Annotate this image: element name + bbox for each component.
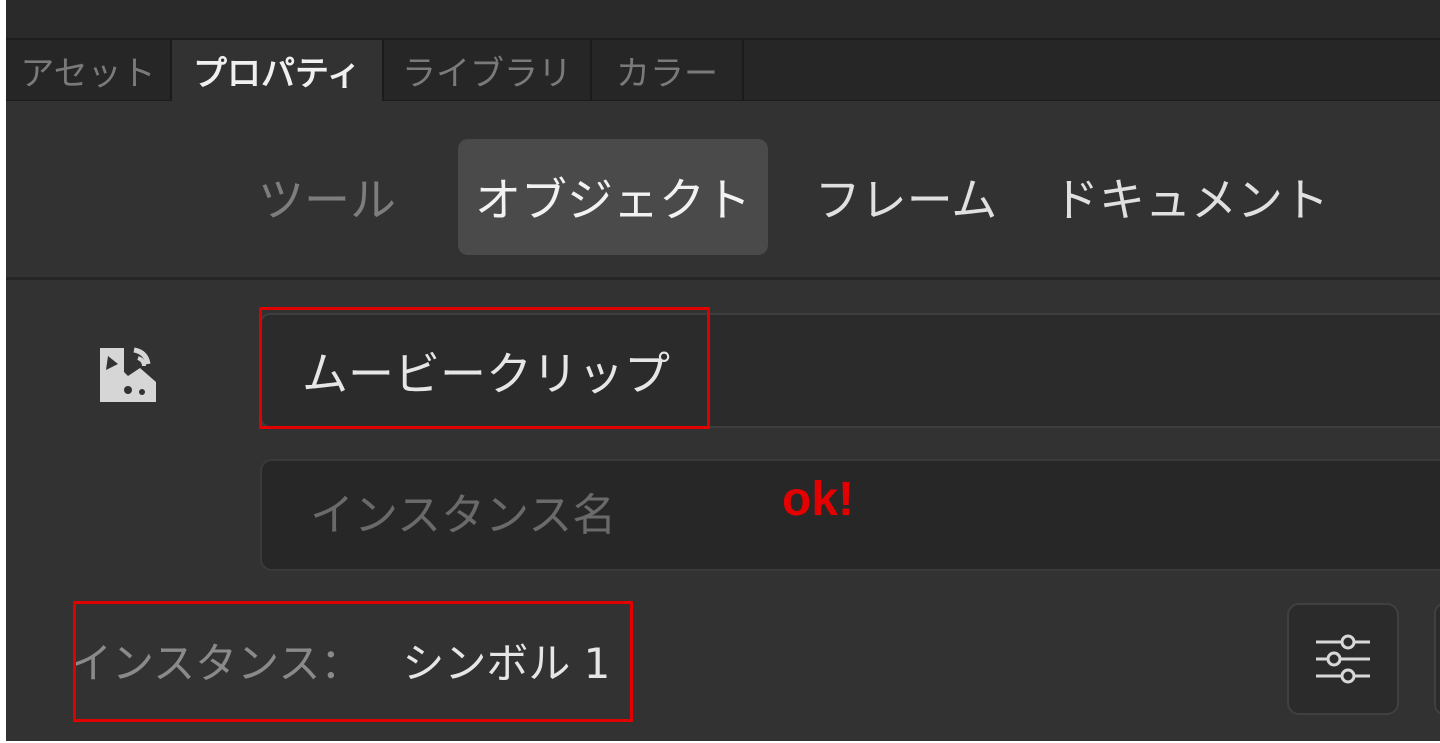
tab-color[interactable]: カラー <box>592 40 744 100</box>
instance-row: インスタンス： シンボル 1 <box>70 620 610 700</box>
instance-label: インスタンス： <box>70 638 363 688</box>
annotation-ok-note: ok! <box>782 473 854 526</box>
next-button-edge[interactable] <box>1434 603 1440 715</box>
symbol-type-dropdown[interactable]: ムービークリップ <box>260 313 1440 428</box>
symbol-type-value: ムービークリップ <box>302 346 670 401</box>
tab-assets[interactable]: アセット <box>6 40 172 100</box>
window-top-strip <box>6 0 1440 40</box>
subtab-frame[interactable]: フレーム <box>796 139 1016 255</box>
properties-panel: アセット プロパティ ライブラリ カラー ツール オブジェクト フレーム ドキュ… <box>6 0 1440 741</box>
tab-properties[interactable]: プロパティ <box>172 40 384 101</box>
subtab-document[interactable]: ドキュメント <box>1046 139 1336 255</box>
panel-tab-bar: アセット プロパティ ライブラリ カラー <box>6 40 1440 101</box>
subtab-object[interactable]: オブジェクト <box>458 139 768 255</box>
movie-clip-symbol-icon <box>100 347 156 402</box>
subtab-tool[interactable]: ツール <box>242 139 412 255</box>
sliders-icon <box>1316 634 1370 684</box>
tab-library[interactable]: ライブラリ <box>384 40 592 100</box>
instance-settings-button[interactable] <box>1287 603 1399 715</box>
instance-symbol-name[interactable]: シンボル 1 <box>402 630 610 691</box>
property-subtab-bar: ツール オブジェクト フレーム ドキュメント <box>6 101 1440 280</box>
